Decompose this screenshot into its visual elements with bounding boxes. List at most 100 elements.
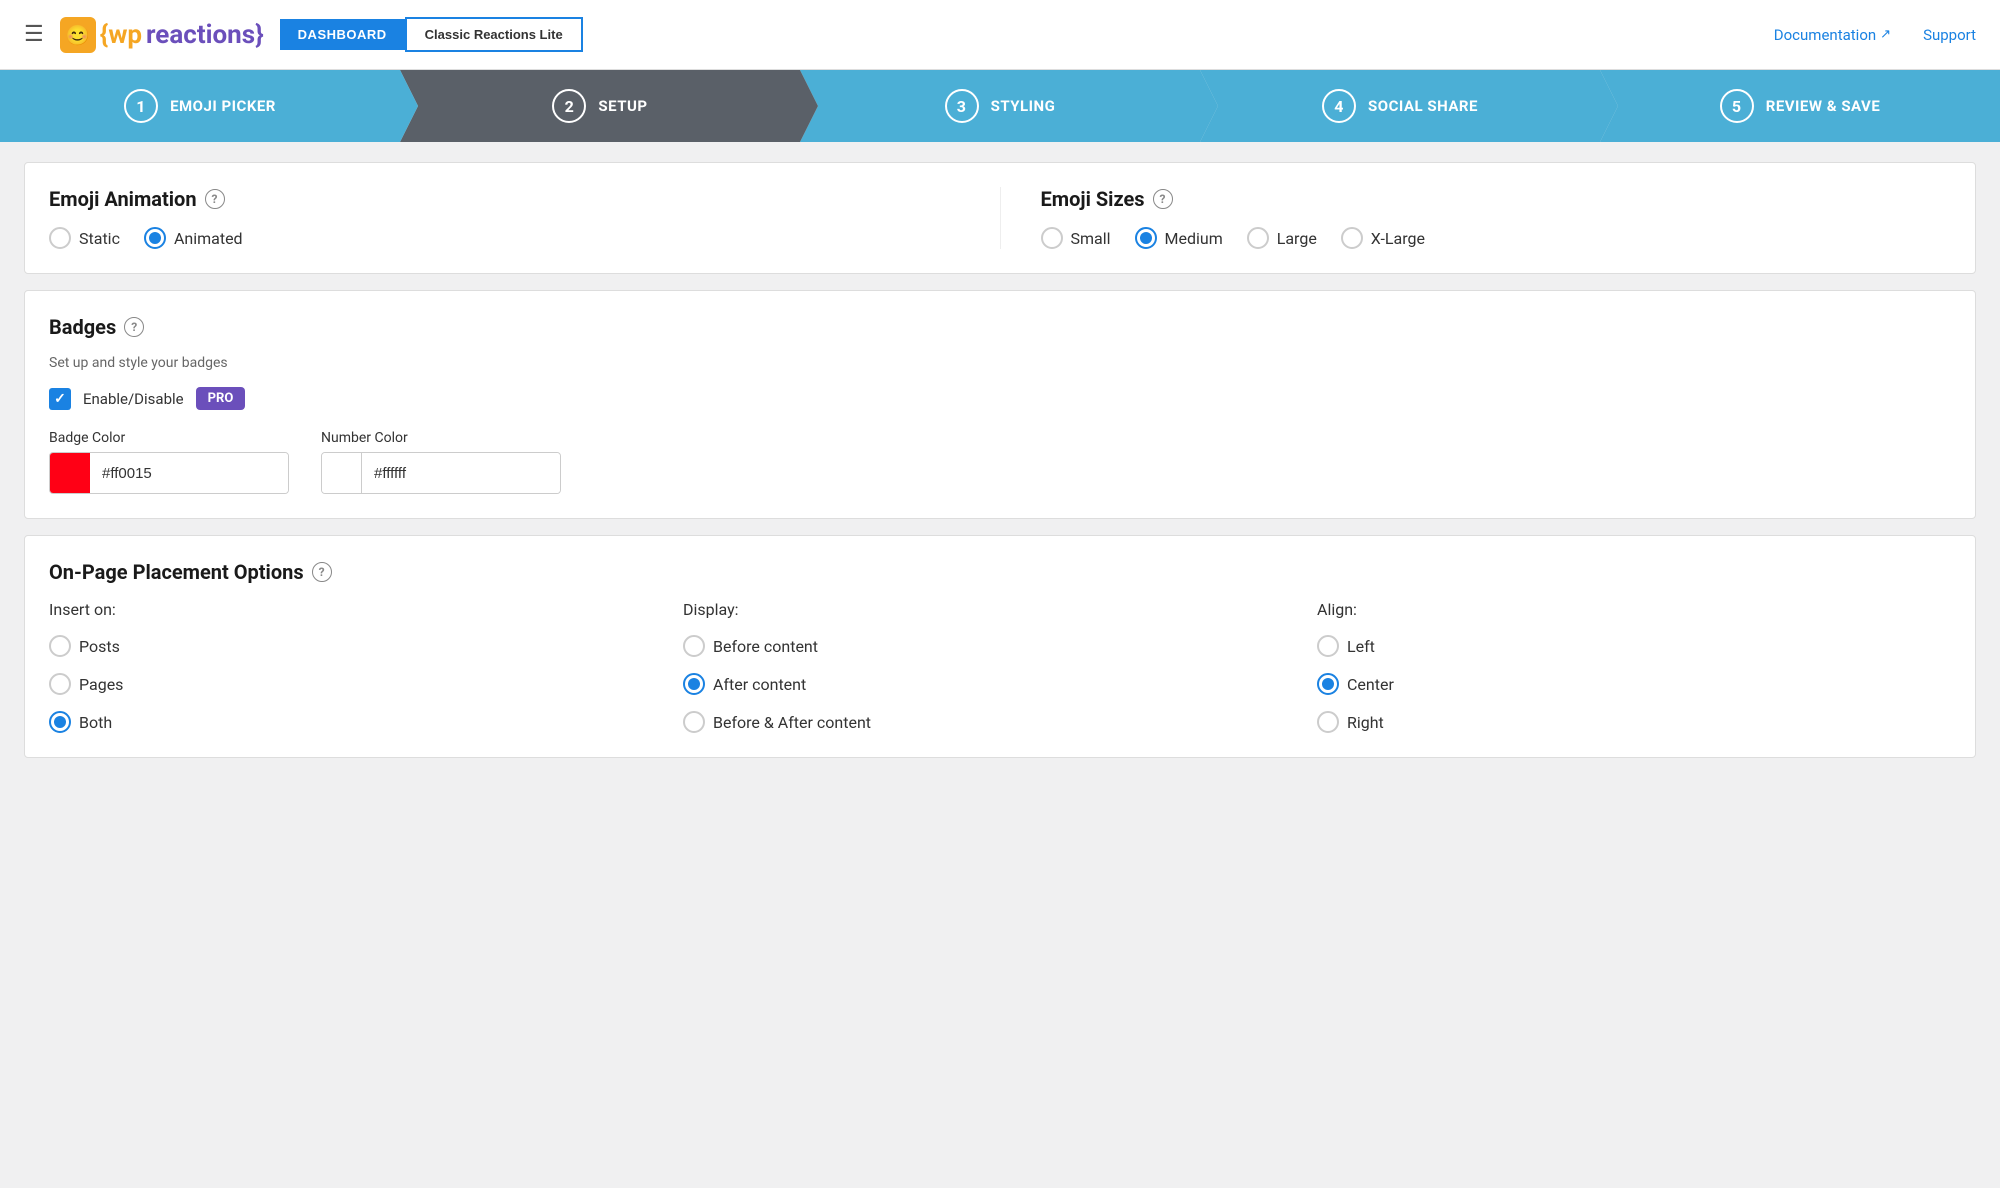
pages-label: Pages: [79, 675, 123, 694]
classic-reactions-button[interactable]: Classic Reactions Lite: [405, 17, 583, 52]
medium-size-option[interactable]: Medium: [1135, 227, 1223, 249]
before-after-content-radio[interactable]: [683, 711, 705, 733]
emoji-animation-help-icon[interactable]: ?: [205, 189, 225, 209]
logo-icon: 😊: [60, 17, 96, 53]
emoji-sizes-help-icon[interactable]: ?: [1153, 189, 1173, 209]
large-size-option[interactable]: Large: [1247, 227, 1317, 249]
emoji-sizes-title: Emoji Sizes ?: [1041, 187, 1952, 211]
insert-on-col: Insert on: Posts Pages Both: [49, 600, 683, 733]
medium-radio[interactable]: [1135, 227, 1157, 249]
both-option[interactable]: Both: [49, 711, 683, 733]
header-right: Documentation ↗ Support: [1774, 26, 1976, 44]
wizard-step-4[interactable]: 4 SOCIAL SHARE: [1200, 70, 1600, 142]
wizard-step-3[interactable]: 3 STYLING: [800, 70, 1200, 142]
placement-help-icon[interactable]: ?: [312, 562, 332, 582]
left-option[interactable]: Left: [1317, 635, 1951, 657]
badges-subtitle: Set up and style your badges: [49, 355, 1951, 371]
logo: 😊 {wp reactions}: [60, 17, 264, 53]
wizard-step-2[interactable]: 2 SETUP: [400, 70, 800, 142]
menu-icon[interactable]: ☰: [24, 22, 44, 47]
dashboard-button[interactable]: DASHBOARD: [280, 19, 405, 50]
external-link-icon: ↗: [1880, 27, 1891, 42]
step-4-label: SOCIAL SHARE: [1368, 97, 1478, 115]
emoji-top-card: Emoji Animation ? Static Animated Emoji: [24, 162, 1976, 274]
center-radio[interactable]: [1317, 673, 1339, 695]
right-radio[interactable]: [1317, 711, 1339, 733]
align-title: Align:: [1317, 600, 1951, 619]
header: ☰ 😊 {wp reactions} DASHBOARD Classic Rea…: [0, 0, 2000, 70]
small-radio[interactable]: [1041, 227, 1063, 249]
number-color-swatch[interactable]: [322, 453, 362, 493]
before-content-label: Before content: [713, 637, 818, 656]
badge-color-input[interactable]: [90, 453, 289, 493]
large-radio[interactable]: [1247, 227, 1269, 249]
after-content-radio-dot: [688, 678, 700, 690]
step-3-label: STYLING: [991, 97, 1056, 115]
both-radio[interactable]: [49, 711, 71, 733]
after-content-radio[interactable]: [683, 673, 705, 695]
large-label: Large: [1277, 229, 1317, 248]
emoji-sizes-options: Small Medium Large X-Large: [1041, 227, 1952, 249]
wizard-step-1[interactable]: 1 EMOJI PICKER: [0, 70, 400, 142]
right-option[interactable]: Right: [1317, 711, 1951, 733]
static-option[interactable]: Static: [49, 227, 120, 249]
left-radio[interactable]: [1317, 635, 1339, 657]
animated-radio-dot: [149, 232, 161, 244]
badges-help-icon[interactable]: ?: [124, 317, 144, 337]
checkbox-checkmark: ✓: [54, 391, 66, 407]
static-label: Static: [79, 229, 120, 248]
align-col: Align: Left Center Right: [1317, 600, 1951, 733]
insert-on-title: Insert on:: [49, 600, 683, 619]
nav-buttons: DASHBOARD Classic Reactions Lite: [280, 17, 583, 52]
small-size-option[interactable]: Small: [1041, 227, 1111, 249]
after-content-label: After content: [713, 675, 806, 694]
badge-color-field: Badge Color: [49, 430, 289, 494]
pages-option[interactable]: Pages: [49, 673, 683, 695]
pro-badge: PRO: [196, 387, 246, 410]
xlarge-radio[interactable]: [1341, 227, 1363, 249]
posts-option[interactable]: Posts: [49, 635, 683, 657]
animated-radio[interactable]: [144, 227, 166, 249]
step-1-label: EMOJI PICKER: [170, 97, 276, 115]
step-2-label: SETUP: [598, 97, 647, 115]
static-radio[interactable]: [49, 227, 71, 249]
after-content-option[interactable]: After content: [683, 673, 1317, 695]
before-content-option[interactable]: Before content: [683, 635, 1317, 657]
documentation-link[interactable]: Documentation ↗: [1774, 26, 1891, 44]
pages-radio[interactable]: [49, 673, 71, 695]
number-color-field: Number Color: [321, 430, 561, 494]
medium-label: Medium: [1165, 229, 1223, 248]
emoji-animation-options: Static Animated: [49, 227, 960, 249]
small-label: Small: [1071, 229, 1111, 248]
display-col: Display: Before content After content: [683, 600, 1317, 733]
center-radio-dot: [1322, 678, 1334, 690]
posts-radio[interactable]: [49, 635, 71, 657]
emoji-animation-section: Emoji Animation ? Static Animated: [49, 187, 960, 249]
step-5-num: 5: [1720, 89, 1754, 123]
step-4-num: 4: [1322, 89, 1356, 123]
animated-label: Animated: [174, 229, 243, 248]
badge-color-swatch[interactable]: [50, 453, 90, 493]
insert-on-options: Posts Pages Both: [49, 635, 683, 733]
emoji-sizes-section: Emoji Sizes ? Small Medium Large: [1041, 187, 1952, 249]
badges-enable-row: ✓ Enable/Disable PRO: [49, 387, 1951, 410]
animated-option[interactable]: Animated: [144, 227, 243, 249]
center-option[interactable]: Center: [1317, 673, 1951, 695]
vertical-divider: [1000, 187, 1001, 249]
before-after-content-option[interactable]: Before & After content: [683, 711, 1317, 733]
number-color-input[interactable]: [362, 453, 561, 493]
step-5-label: REVIEW & SAVE: [1766, 97, 1881, 115]
right-label: Right: [1347, 713, 1384, 732]
logo-reactions-text: reactions}: [146, 20, 264, 50]
step-3-num: 3: [945, 89, 979, 123]
step-1-num: 1: [124, 89, 158, 123]
badges-enable-checkbox[interactable]: ✓: [49, 388, 71, 410]
wizard-step-5[interactable]: 5 REVIEW & SAVE: [1600, 70, 2000, 142]
xlarge-label: X-Large: [1371, 229, 1425, 248]
support-link[interactable]: Support: [1923, 26, 1976, 44]
before-content-radio[interactable]: [683, 635, 705, 657]
badge-color-label: Badge Color: [49, 430, 289, 446]
badges-enable-label: Enable/Disable: [83, 390, 184, 408]
placement-card: On-Page Placement Options ? Insert on: P…: [24, 535, 1976, 758]
xlarge-size-option[interactable]: X-Large: [1341, 227, 1425, 249]
